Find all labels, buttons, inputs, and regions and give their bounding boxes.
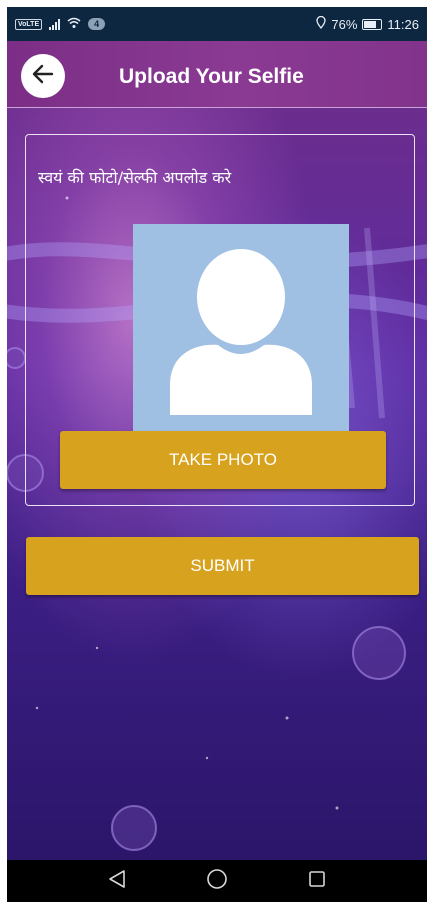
- wifi-icon: [67, 17, 81, 32]
- arrow-left-icon: [32, 64, 54, 89]
- battery-icon: [362, 18, 383, 30]
- volte-icon: VoLTE: [15, 18, 43, 30]
- nav-recents-button[interactable]: [297, 866, 337, 896]
- status-left-group: VoLTE 4: [15, 17, 106, 32]
- signal-icon: [49, 18, 61, 30]
- take-photo-button[interactable]: TAKE PHOTO: [60, 431, 386, 489]
- back-button[interactable]: [21, 54, 65, 98]
- battery-percent: 76%: [331, 16, 358, 32]
- upload-card: स्वयं की फोटो/सेल्फी अपलोड करे TAKE PHOT…: [25, 134, 415, 506]
- location-icon: [316, 15, 327, 32]
- phone-screen: VoLTE 4 76% 11:26 Upload Your Selfie स्व…: [7, 7, 427, 902]
- main-content: स्वयं की फोटो/सेल्फी अपलोड करे TAKE PHOT…: [7, 108, 427, 860]
- notification-count-badge: 4: [88, 18, 106, 30]
- nav-home-button[interactable]: [197, 866, 237, 896]
- status-time: 11:26: [387, 16, 419, 32]
- submit-button[interactable]: SUBMIT: [26, 537, 419, 595]
- page-title: Upload Your Selfie: [119, 65, 304, 88]
- recents-square-icon: [308, 870, 326, 893]
- app-header: Upload Your Selfie: [7, 41, 427, 108]
- upload-instruction: स्वयं की फोटो/सेल्फी अपलोड करे: [38, 168, 232, 187]
- status-right-group: 76% 11:26: [316, 15, 419, 32]
- status-bar: VoLTE 4 76% 11:26: [7, 7, 427, 41]
- home-circle-icon: [206, 868, 228, 895]
- user-silhouette-icon: [166, 245, 316, 420]
- back-triangle-icon: [108, 869, 126, 894]
- system-nav-bar: [7, 860, 427, 902]
- selfie-preview[interactable]: [133, 224, 349, 440]
- nav-back-button[interactable]: [97, 866, 137, 896]
